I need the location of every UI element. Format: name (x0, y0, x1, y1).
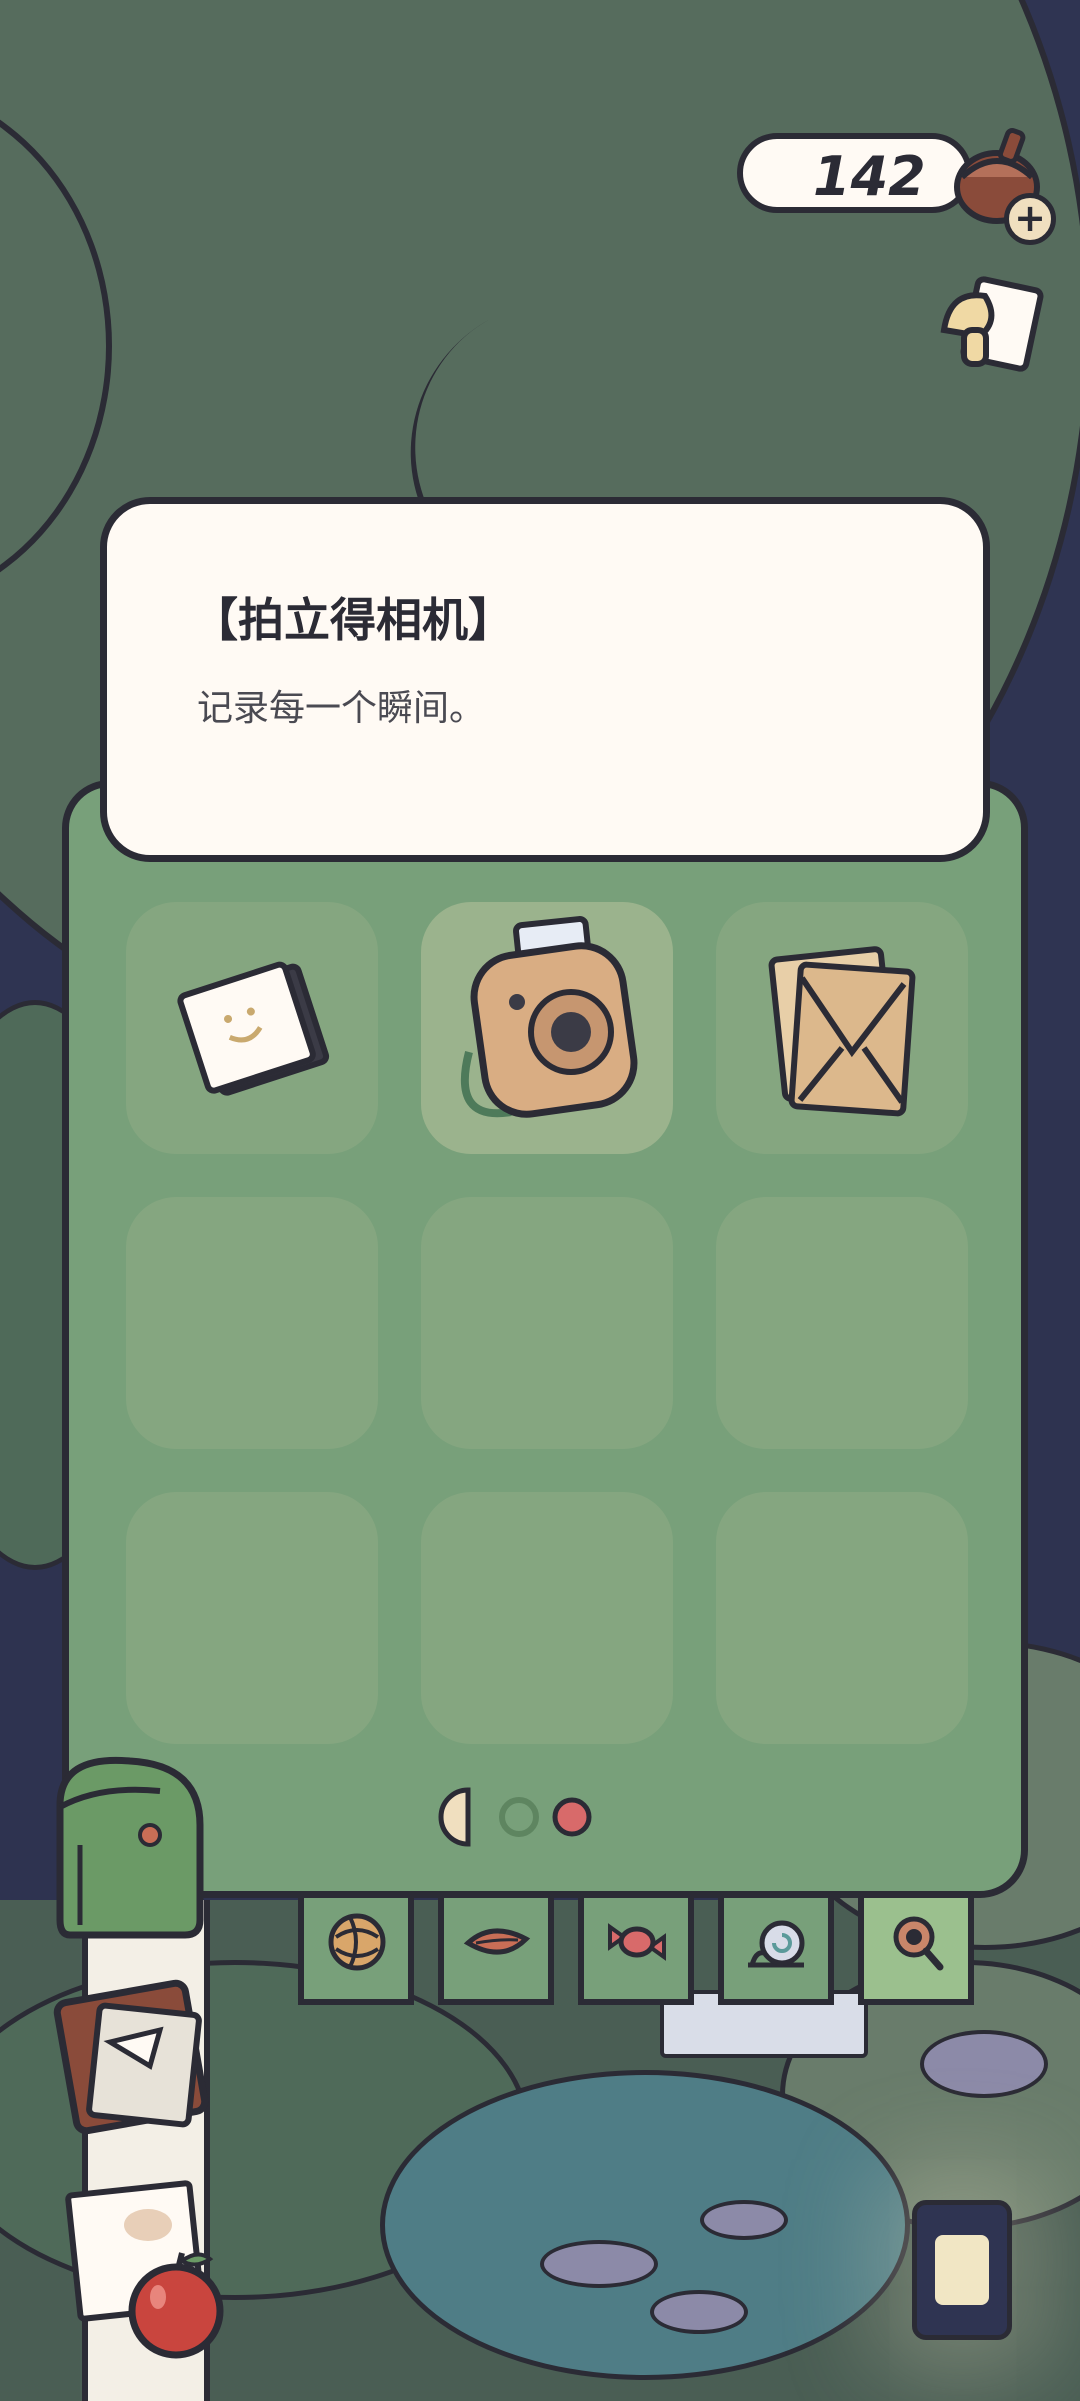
inventory-slot-envelope[interactable] (716, 902, 968, 1154)
journal-icon[interactable] (50, 1970, 220, 2140)
mushroom-note-icon[interactable] (930, 270, 1050, 390)
page-dot-3[interactable] (552, 1797, 592, 1837)
lantern[interactable] (912, 2200, 1012, 2340)
pond (380, 2070, 910, 2380)
candy-icon (608, 1923, 666, 1961)
inventory-slot-instant-camera[interactable] (421, 902, 673, 1154)
tab-leaf[interactable] (438, 1893, 554, 2005)
rock (920, 2030, 1048, 2098)
envelope-icon (768, 946, 916, 1117)
stepping-stone (540, 2240, 658, 2288)
inventory-slot-empty[interactable] (716, 1197, 968, 1449)
inventory-slot-photo-album[interactable] (126, 902, 378, 1154)
instant-camera-icon (460, 916, 638, 1118)
page-indicator[interactable] (432, 1782, 632, 1852)
tab-candy[interactable] (578, 1893, 694, 2005)
apple-icon[interactable] (118, 2245, 238, 2365)
acorn-count: 142 (813, 145, 926, 208)
yarn-ball-icon (328, 1913, 386, 1971)
inventory-slot-empty[interactable] (126, 1492, 378, 1744)
leaf-icon (463, 1928, 531, 1955)
inventory-slot-empty[interactable] (716, 1492, 968, 1744)
stepping-stone (700, 2200, 788, 2240)
item-description-card: 【拍立得相机】 记录每一个瞬间。 (100, 497, 990, 862)
add-acorn-button[interactable]: + (1004, 193, 1056, 245)
item-description: 记录每一个瞬间。 (197, 688, 486, 729)
inventory-slot-empty[interactable] (126, 1197, 378, 1449)
stepping-stone (650, 2290, 748, 2334)
backpack-icon[interactable] (40, 1745, 220, 1945)
tab-yarn[interactable] (298, 1893, 414, 2005)
photo-album-icon (177, 961, 330, 1096)
magnifier-icon (893, 1916, 944, 1971)
acorn-counter: 142 (737, 133, 972, 213)
inventory-panel (62, 780, 1028, 1898)
snail-icon (748, 1920, 805, 1968)
tab-magnifier[interactable] (858, 1893, 974, 2005)
item-title: 【拍立得相机】 (192, 593, 514, 647)
tab-snail[interactable] (718, 1893, 834, 2005)
page-dot-1[interactable] (438, 1787, 471, 1847)
page-dot-2[interactable] (499, 1797, 539, 1837)
inventory-slot-empty[interactable] (421, 1197, 673, 1449)
inventory-slot-empty[interactable] (421, 1492, 673, 1744)
